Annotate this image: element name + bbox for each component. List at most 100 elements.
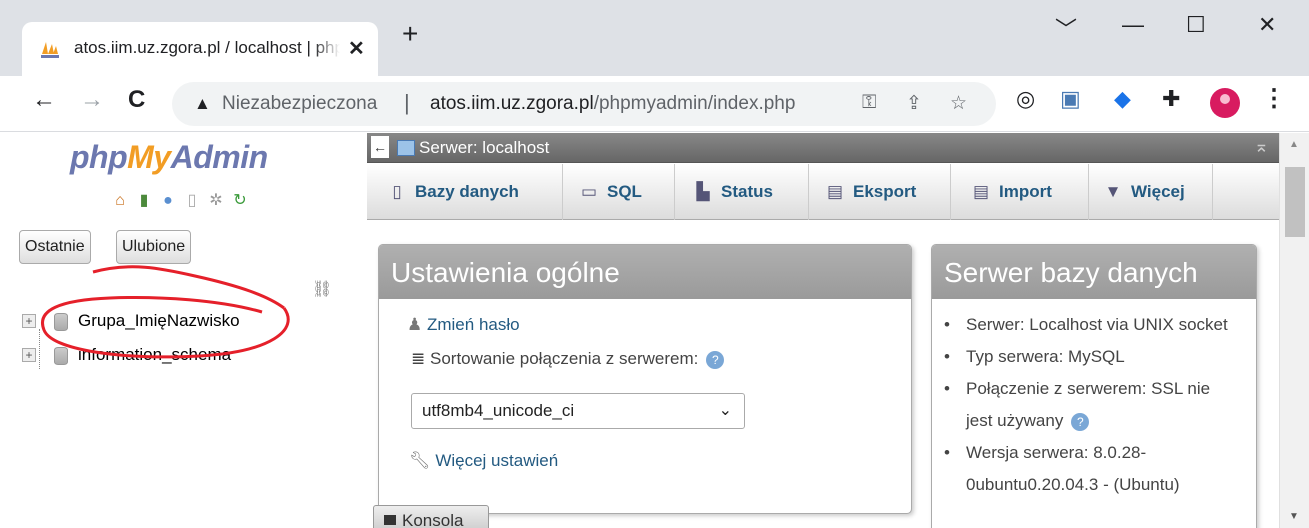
phpmyadmin-logo[interactable]: phpMyAdmin — [70, 139, 268, 176]
database-icon — [54, 347, 68, 365]
database-server-panel: Serwer bazy danych Serwer: Localhost via… — [931, 244, 1257, 528]
logo-admin: Admin — [170, 139, 269, 175]
scroll-up-arrow-icon[interactable]: ▲ — [1289, 139, 1299, 150]
database-icon: ▯ — [392, 182, 402, 201]
status-icon: ▙ — [696, 182, 710, 201]
tab-label: Import — [999, 182, 1052, 201]
scrollbar-thumb[interactable] — [1285, 167, 1305, 237]
tab-label: Status — [721, 182, 773, 201]
url-path: /phpmyadmin/index.php — [593, 93, 796, 114]
collation-value: utf8mb4_unicode_ci — [422, 401, 575, 420]
collation-label: Sortowanie połączenia z serwerem: — [429, 349, 699, 368]
console-toggle-button[interactable]: Konsola — [373, 505, 489, 528]
collapse-nav-arrow-icon[interactable]: ← — [371, 136, 389, 158]
address-bar[interactable]: ▲ Niezabezpieczona | atos.iim.uz.zgora.p… — [172, 82, 996, 126]
new-tab-button[interactable]: + — [402, 18, 418, 50]
tab-label: Bazy danych — [415, 182, 519, 201]
reload-nav-icon[interactable]: ↻ — [230, 191, 250, 211]
server-info-list: Serwer: Localhost via UNIX socket Typ se… — [942, 309, 1232, 501]
minimize-button[interactable]: — — [1122, 12, 1144, 38]
tab-export[interactable]: ▤ Eksport — [809, 164, 951, 220]
tab-databases[interactable]: ▯ Bazy danych — [367, 164, 563, 220]
chevron-down-icon: ⌄ — [718, 402, 732, 419]
panel-title: Serwer bazy danych — [932, 245, 1256, 299]
pma-main-panel: ← Serwer: localhost ⌅ ▯ Bazy danych ▭ SQL … — [367, 133, 1279, 528]
database-icon — [54, 313, 68, 331]
not-secure-label[interactable]: Niezabezpieczona — [222, 93, 377, 115]
browser-tab[interactable]: atos.iim.uz.zgora.pl / localhost | phpMy… — [22, 22, 378, 76]
close-window-button[interactable]: ✕ — [1258, 12, 1276, 38]
favorite-tables-button[interactable]: Ulubione — [116, 230, 192, 264]
chrome-menu-icon[interactable]: ⋮ — [1262, 84, 1286, 113]
warning-icon[interactable]: ▲ — [194, 94, 211, 114]
url-separator: | — [404, 90, 410, 115]
reload-button[interactable]: C — [128, 86, 145, 114]
browser-tab-strip: atos.iim.uz.zgora.pl / localhost | phpMy… — [0, 0, 1309, 76]
key-person-icon: ♟ — [407, 315, 423, 334]
list-item: Wersja serwera: 8.0.28-0ubuntu0.20.04.3 … — [942, 437, 1232, 501]
forward-button[interactable]: → — [80, 86, 104, 114]
tree-connector — [39, 329, 40, 369]
link-with-main-panel-icon[interactable]: ⛓ — [312, 279, 332, 299]
share-icon[interactable]: ⇪ — [906, 92, 922, 115]
panel-title: Ustawienia ogólne — [379, 245, 911, 299]
help-icon[interactable]: ? — [706, 350, 725, 369]
tab-status[interactable]: ▙ Status — [675, 164, 809, 220]
top-menu-tabs: ▯ Bazy danych ▭ SQL ▙ Status ▤ Eksport ▤ Impo… — [367, 164, 1279, 220]
list-item: Typ serwera: MySQL — [942, 341, 1232, 373]
list-item: Serwer: Localhost via UNIX socket — [942, 309, 1232, 341]
pma-navigation-panel: phpMyAdmin ⌂ ▮ ● ▯ ✲ ↻ Ostatnie Ulubione… — [0, 133, 366, 528]
tab-label: Więcej — [1131, 182, 1185, 201]
back-button[interactable]: ← — [32, 86, 56, 114]
url-text[interactable]: atos.iim.uz.zgora.pl/phpmyadmin/index.ph… — [430, 93, 795, 115]
docs-icon[interactable]: ▯ — [182, 191, 202, 211]
expand-plus-icon[interactable]: + — [22, 314, 36, 328]
main-scrollbar[interactable]: ▲ ▼ — [1279, 133, 1309, 528]
logout-icon[interactable]: ▮ — [134, 191, 154, 211]
extensions-puzzle-icon[interactable]: ✚ — [1162, 86, 1180, 112]
tab-search-icon[interactable]: ﹀ — [1055, 12, 1077, 44]
logo-my: My — [127, 139, 171, 175]
home-icon[interactable]: ⌂ — [110, 191, 130, 211]
dropdown-triangle-icon: ▼ — [1104, 182, 1122, 201]
tab-more[interactable]: ▼ Więcej — [1089, 164, 1213, 220]
change-password-link[interactable]: ♟ Zmień hasło — [407, 315, 520, 335]
server-version-text: Wersja serwera: 8.0.28-0ubuntu0.20.04.3 … — [966, 443, 1180, 494]
logo-php: php — [70, 139, 128, 175]
settings-gear-icon[interactable]: ✲ — [206, 191, 226, 211]
help-icon[interactable]: ? — [1071, 412, 1090, 431]
key-icon[interactable]: ⚿ — [862, 92, 876, 114]
tab-import[interactable]: ▤ Import — [951, 164, 1089, 220]
scroll-down-arrow-icon[interactable]: ▼ — [1289, 511, 1299, 522]
list-item: Połączenie z serwerem: SSL nie jest używ… — [942, 373, 1232, 437]
tab-sql[interactable]: ▭ SQL — [563, 164, 675, 220]
database-name[interactable]: Grupa_ImięNazwisko — [78, 311, 240, 331]
tab-label: Eksport — [853, 182, 917, 201]
collation-select[interactable]: utf8mb4_unicode_ci ⌄ — [411, 393, 745, 429]
tab-title: atos.iim.uz.zgora.pl / localhost | phpMy… — [74, 38, 340, 58]
server-kind-text: Typ serwera: MySQL — [966, 347, 1125, 366]
extension-headset-icon[interactable]: ◎ — [1016, 86, 1035, 112]
expand-plus-icon[interactable]: + — [22, 348, 36, 362]
maximize-button[interactable]: ☐ — [1186, 12, 1206, 38]
tab-close-icon[interactable]: ✕ — [348, 36, 365, 61]
database-name[interactable]: information_schema — [78, 345, 231, 365]
server-icon — [397, 140, 415, 156]
tab-label: SQL — [607, 182, 642, 201]
scroll-top-icon[interactable]: ⌅ — [1254, 136, 1269, 157]
help-icon[interactable]: ● — [158, 191, 178, 211]
browser-toolbar: ← → C ▲ Niezabezpieczona | atos.iim.uz.z… — [0, 76, 1309, 132]
pma-quick-icons: ⌂ ▮ ● ▯ ✲ ↻ — [110, 191, 250, 211]
google-translate-icon[interactable]: ▣ — [1060, 86, 1081, 112]
recent-tables-button[interactable]: Ostatnie — [19, 230, 91, 264]
list-icon: ≣ — [411, 349, 426, 368]
profile-avatar[interactable] — [1210, 88, 1240, 118]
server-breadcrumb[interactable]: Serwer: localhost — [419, 138, 549, 158]
extension-graduation-icon[interactable]: ◆ — [1114, 86, 1131, 112]
collation-row: ≣ Sortowanie połączenia z serwerem:? — [411, 349, 725, 369]
bookmark-star-icon[interactable]: ☆ — [950, 92, 967, 115]
link-label: Więcej ustawień — [435, 451, 559, 470]
phpmyadmin-favicon-icon — [41, 42, 59, 58]
server-breadcrumb-bar: ← Serwer: localhost ⌅ — [367, 133, 1279, 163]
more-settings-link[interactable]: 🔧︎ Więcej ustawień — [409, 451, 558, 471]
